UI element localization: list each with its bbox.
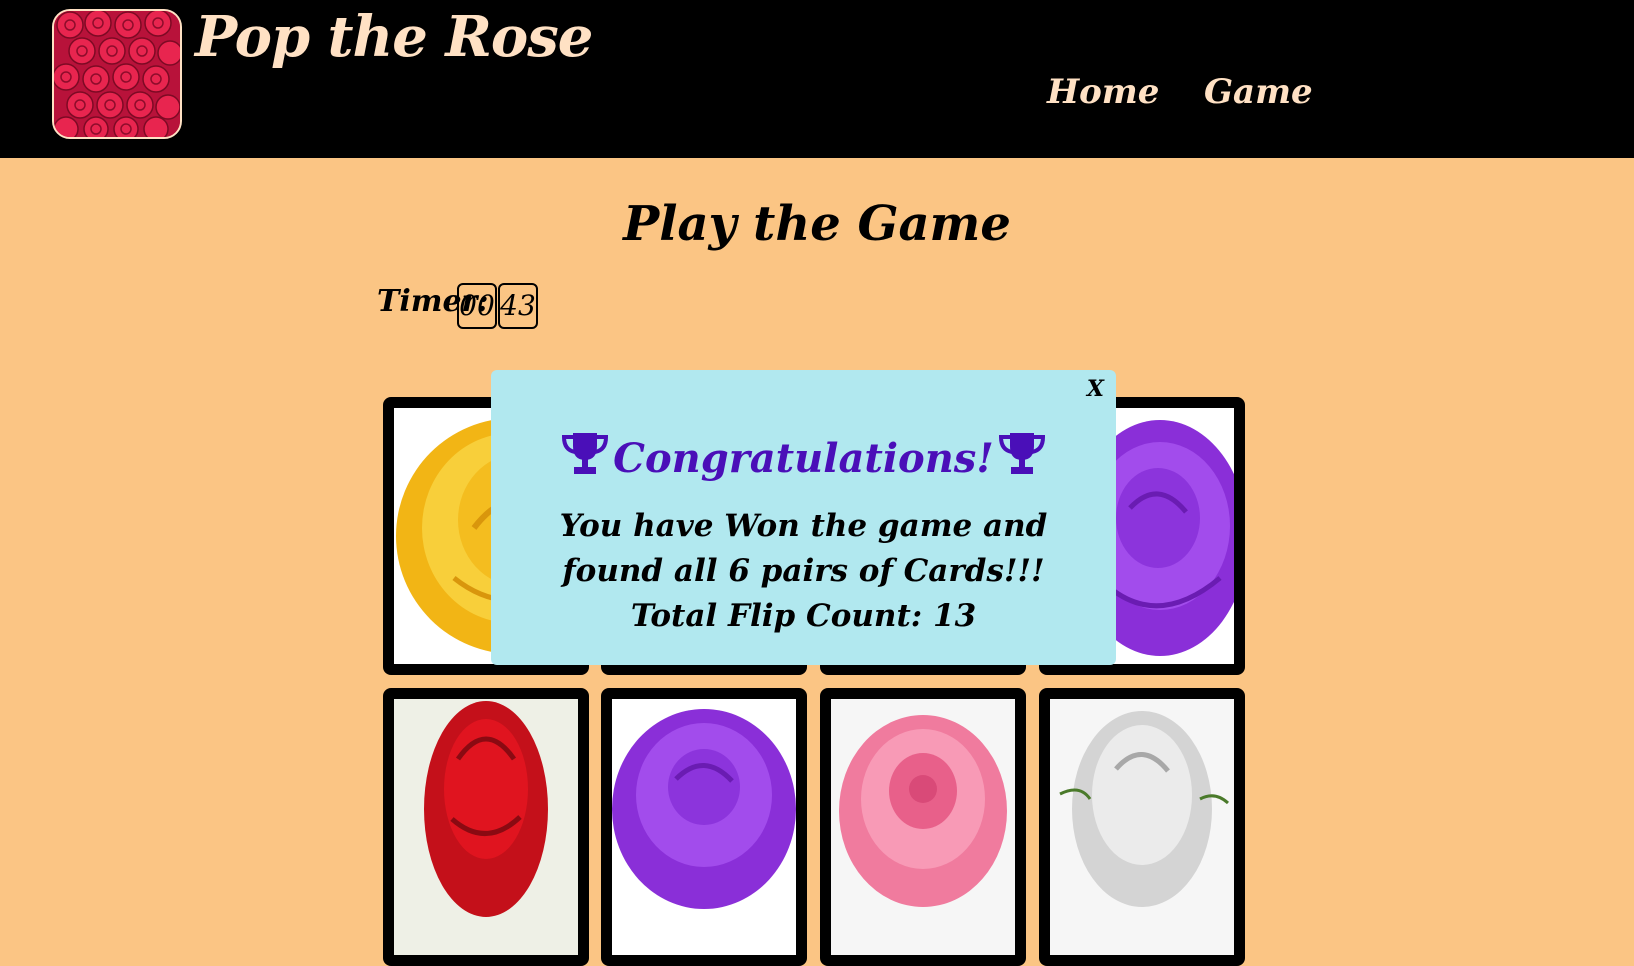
page-title: Play the Game [623, 196, 1011, 252]
timer-minutes: 00 [457, 283, 497, 329]
red-rose-icon [394, 699, 578, 955]
white-rose-icon [1050, 699, 1234, 955]
congratulations-text: Congratulations! [613, 434, 994, 482]
site-title: Pop the Rose [195, 4, 593, 70]
game-card[interactable] [820, 688, 1026, 966]
trophy-icon [561, 430, 609, 486]
purple-rose-icon [612, 699, 796, 955]
close-button[interactable]: X [1087, 376, 1104, 402]
nav-home-link[interactable]: Home [1047, 72, 1159, 112]
trophy-icon [998, 430, 1046, 486]
rose-bouquet-icon[interactable] [52, 9, 182, 139]
modal-title: Congratulations! [491, 430, 1116, 486]
flip-count: Total Flip Count: 13 [630, 598, 977, 634]
nav-game-link[interactable]: Game [1204, 72, 1313, 112]
game-card[interactable] [601, 688, 807, 966]
game-card[interactable] [383, 688, 589, 966]
modal-message: You have Won the game and found all 6 pa… [511, 504, 1096, 639]
site-header: Pop the Rose Home Game [0, 0, 1634, 158]
timer-seconds: 43 [498, 283, 538, 329]
pink-rose-icon [831, 699, 1015, 955]
win-modal: X Congratulations! You have Won the game… [491, 370, 1116, 665]
game-card[interactable] [1039, 688, 1245, 966]
win-message: You have Won the game and found all 6 pa… [559, 508, 1048, 589]
